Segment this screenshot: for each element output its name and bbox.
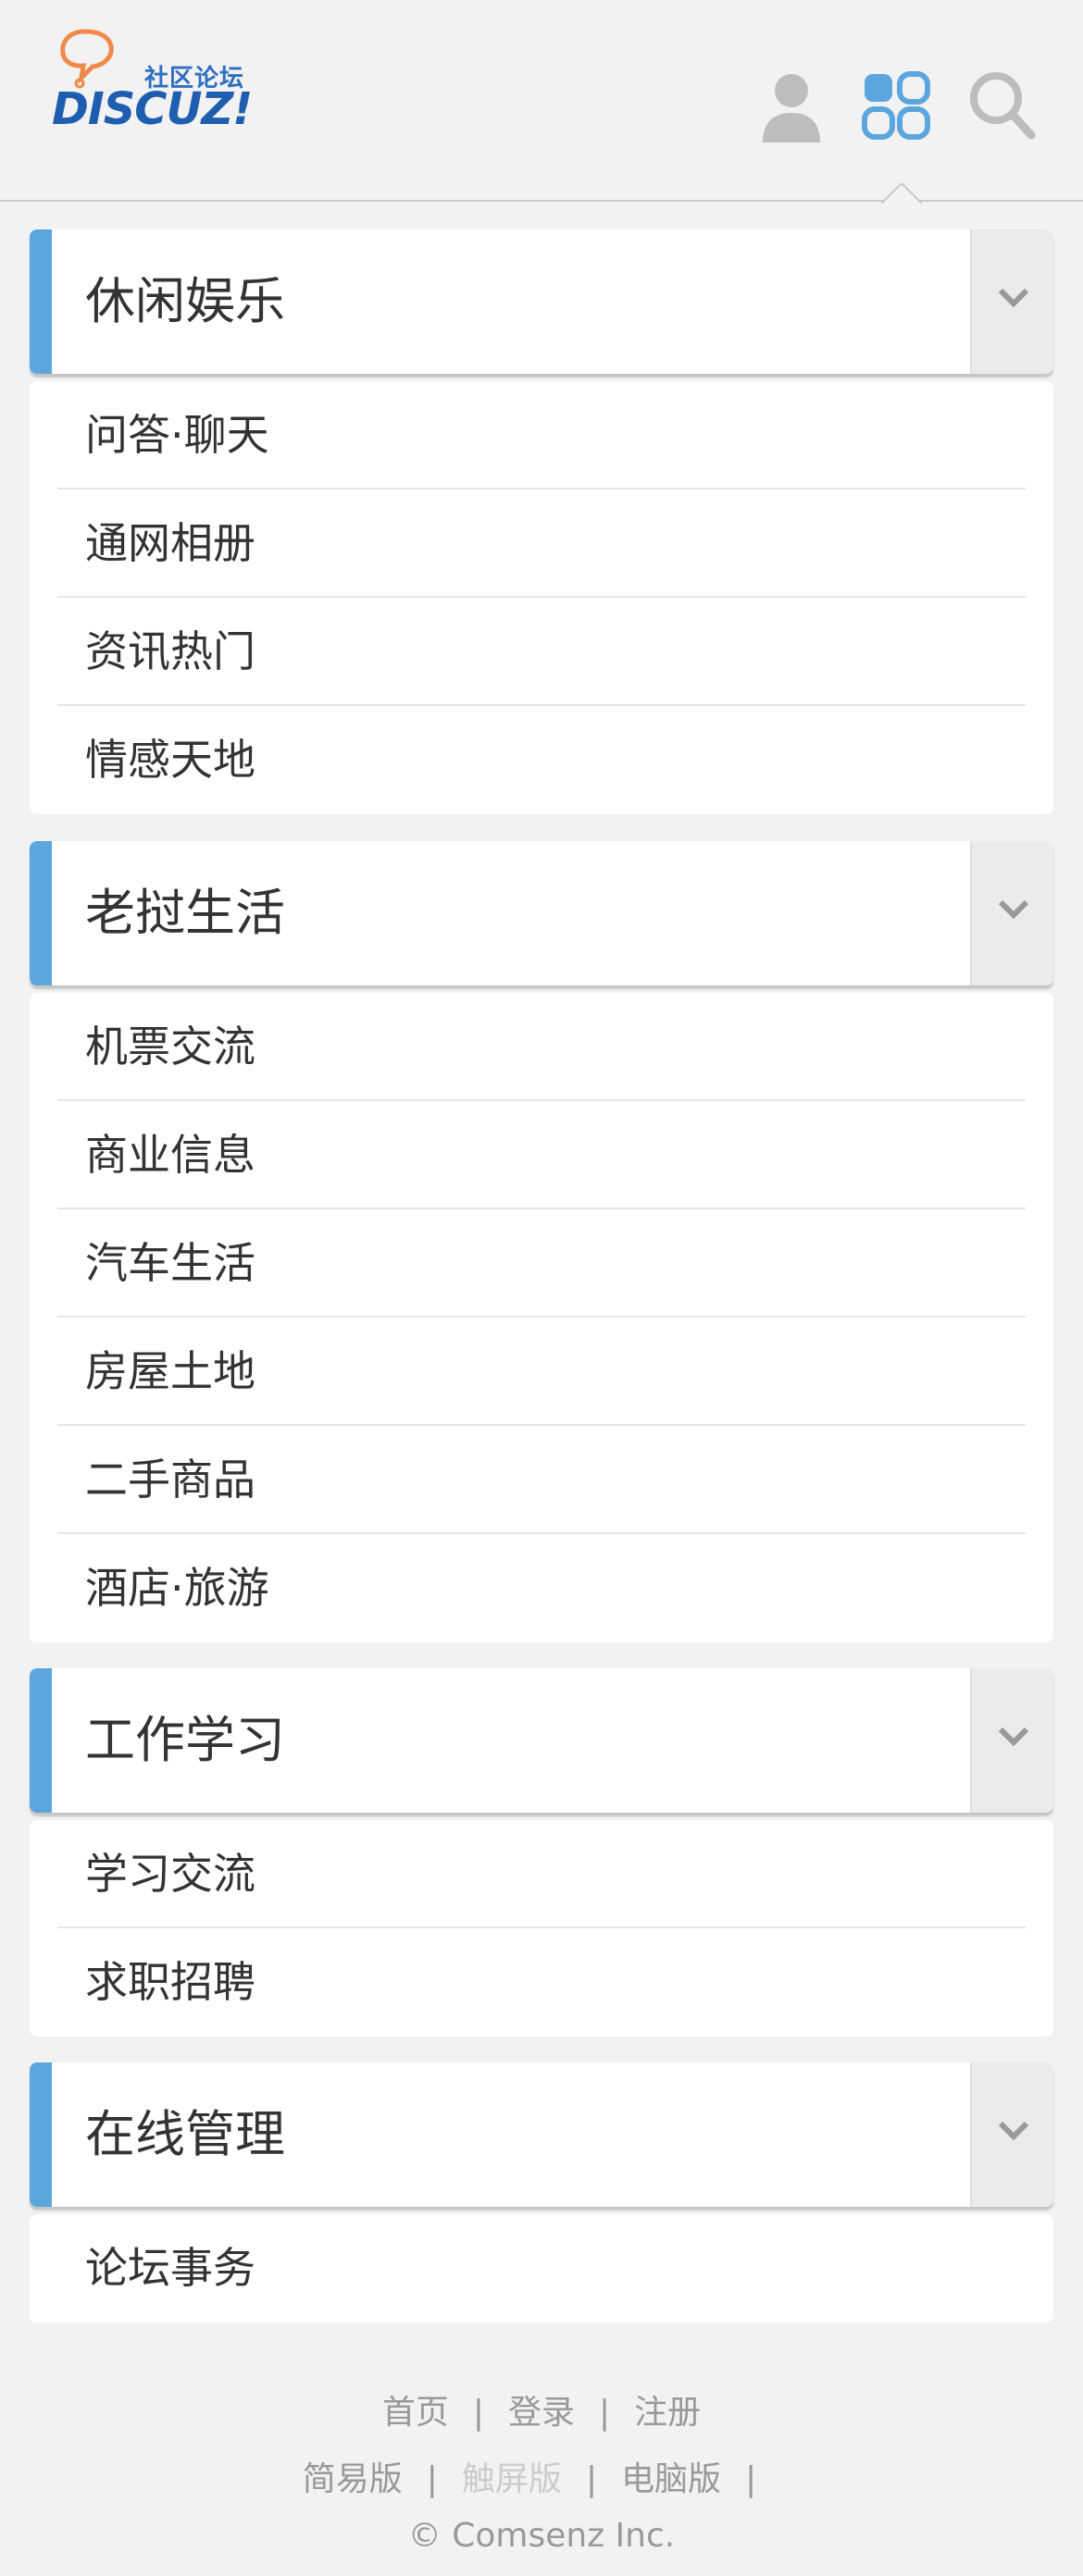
- section-title: 老挝生活: [85, 884, 285, 942]
- discuz-logo[interactable]: 社区论坛 DISCUZ!: [52, 26, 265, 137]
- user-icon[interactable]: [750, 65, 833, 148]
- forum-section: 工作学习 学习交流 求职招聘: [30, 1668, 1053, 2037]
- section-toggle[interactable]: [970, 2062, 1053, 2207]
- logo-text-en: DISCUZ!: [52, 83, 253, 135]
- footer-link-home[interactable]: 首页: [382, 2394, 449, 2432]
- search-icon[interactable]: [961, 65, 1044, 148]
- footer-separator: |: [585, 2460, 598, 2498]
- footer-link-simple[interactable]: 简易版: [303, 2460, 403, 2498]
- logo-bubble-icon: [60, 29, 114, 89]
- section-header[interactable]: 工作学习: [30, 1668, 1053, 1813]
- footer-separator: |: [426, 2460, 438, 2498]
- forum-item[interactable]: 商业信息: [57, 1101, 1026, 1209]
- forum-section: 老挝生活 机票交流 商业信息 汽车生活 房屋土地 二手商品 酒店·旅游: [30, 841, 1053, 1642]
- section-header[interactable]: 休闲娱乐: [30, 229, 1053, 374]
- forum-item[interactable]: 汽车生活: [57, 1209, 1026, 1318]
- chevron-down-icon: [998, 288, 1029, 308]
- forum-item[interactable]: 二手商品: [57, 1426, 1026, 1534]
- chevron-down-icon: [998, 899, 1029, 920]
- footer-link-login[interactable]: 登录: [508, 2394, 575, 2432]
- forum-section: 在线管理 论坛事务: [30, 2062, 1053, 2322]
- forum-section: 休闲娱乐 问答·聊天 通网相册 资讯热门 情感天地: [30, 229, 1053, 814]
- section-accent-bar: [30, 1668, 52, 1813]
- forum-item[interactable]: 酒店·旅游: [57, 1534, 1026, 1642]
- section-title: 工作学习: [85, 1711, 285, 1769]
- section-toggle[interactable]: [970, 841, 1053, 985]
- forum-item[interactable]: 机票交流: [57, 993, 1026, 1101]
- header: 社区论坛 DISCUZ!: [0, 0, 1083, 204]
- forum-item[interactable]: 房屋土地: [57, 1318, 1026, 1426]
- section-title: 在线管理: [85, 2105, 285, 2163]
- footer-links-versions: 简易版 | 触屏版 | 电脑版 |: [0, 2452, 1083, 2500]
- forum-item[interactable]: 论坛事务: [57, 2214, 1026, 2322]
- footer-links-primary: 首页 | 登录 | 注册: [0, 2385, 1083, 2434]
- forum-item[interactable]: 资讯热门: [57, 598, 1026, 706]
- section-header[interactable]: 在线管理: [30, 2062, 1053, 2207]
- section-toggle[interactable]: [970, 229, 1053, 374]
- forum-item[interactable]: 通网相册: [57, 489, 1026, 598]
- section-body: 论坛事务: [30, 2214, 1053, 2322]
- forum-item[interactable]: 问答·聊天: [57, 381, 1026, 489]
- section-body: 机票交流 商业信息 汽车生活 房屋土地 二手商品 酒店·旅游: [30, 993, 1053, 1642]
- grid-icon[interactable]: [853, 65, 937, 148]
- section-accent-bar: [30, 229, 52, 374]
- footer-separator: |: [599, 2394, 611, 2432]
- footer-link-register[interactable]: 注册: [634, 2394, 701, 2432]
- footer-separator: |: [745, 2460, 757, 2498]
- section-body: 学习交流 求职招聘: [30, 1820, 1053, 2037]
- section-header[interactable]: 老挝生活: [30, 841, 1053, 985]
- section-toggle[interactable]: [970, 1668, 1053, 1813]
- chevron-down-icon: [998, 1727, 1029, 1747]
- forum-item[interactable]: 情感天地: [57, 706, 1026, 814]
- section-body: 问答·聊天 通网相册 资讯热门 情感天地: [30, 381, 1053, 814]
- footer-link-touch[interactable]: 触屏版: [462, 2460, 562, 2498]
- footer-separator: |: [472, 2394, 484, 2432]
- copyright: © Comsenz Inc.: [407, 2517, 676, 2555]
- section-accent-bar: [30, 2062, 52, 2207]
- chevron-down-icon: [998, 2121, 1029, 2141]
- section-title: 休闲娱乐: [85, 272, 285, 330]
- forum-item[interactable]: 学习交流: [57, 1820, 1026, 1928]
- footer-link-desktop[interactable]: 电脑版: [621, 2460, 721, 2498]
- section-accent-bar: [30, 841, 52, 985]
- forum-item[interactable]: 求职招聘: [57, 1928, 1026, 2037]
